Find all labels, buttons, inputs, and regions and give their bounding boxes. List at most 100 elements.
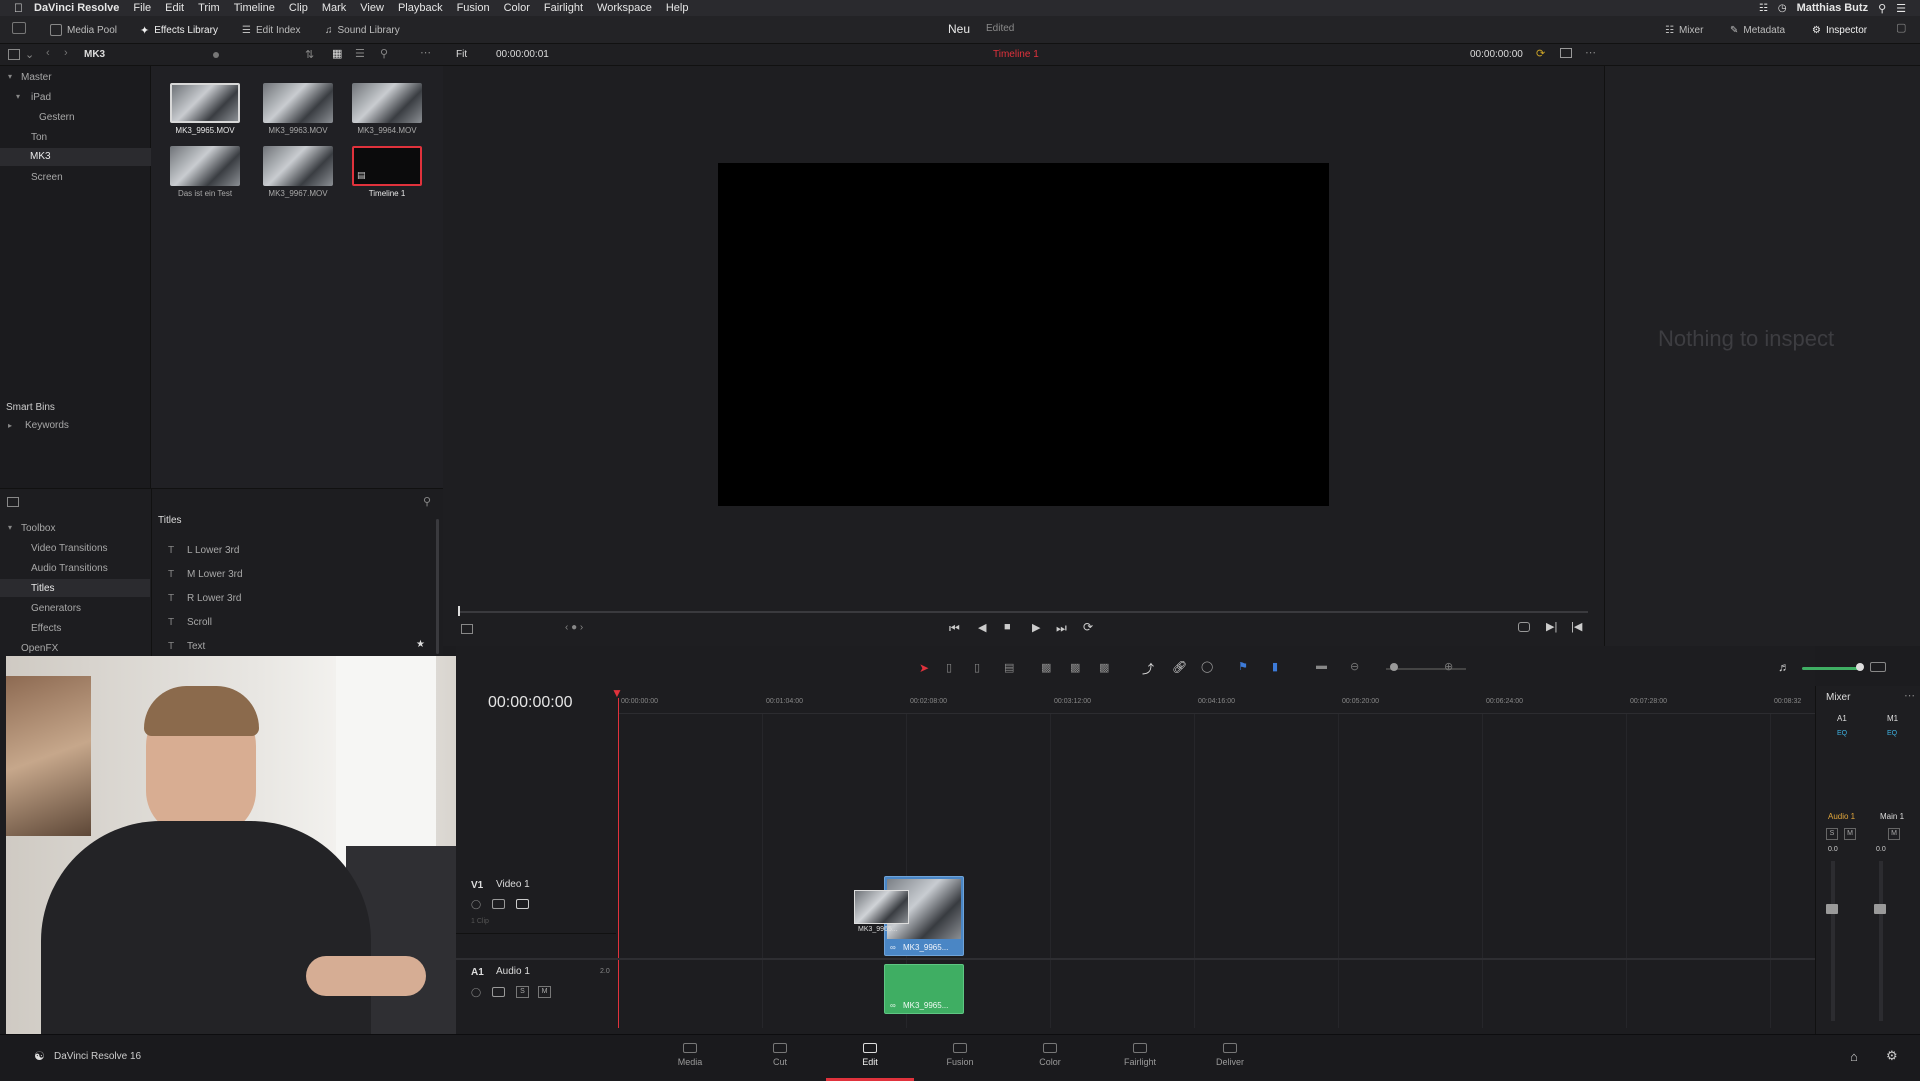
effects-scrollbar[interactable] <box>436 519 439 654</box>
title-item[interactable]: R Lower 3rd <box>187 593 241 604</box>
clip-thumbnail[interactable] <box>352 83 422 123</box>
grid-view-icon[interactable]: ▦ <box>332 47 342 60</box>
notification-icon[interactable]: ☰ <box>1896 2 1906 15</box>
bin-ipad[interactable]: iPad <box>31 92 51 103</box>
clock-icon[interactable]: ◷ <box>1778 3 1787 14</box>
app-menu[interactable]: DaVinci Resolve <box>34 2 119 14</box>
page-edit[interactable]: Edit <box>845 1043 895 1067</box>
gear-icon[interactable]: ⚙ <box>1886 1048 1898 1064</box>
selection-tool-icon[interactable]: ➤ <box>919 661 929 675</box>
menu-color[interactable]: Color <box>504 2 530 14</box>
clip-thumbnail[interactable] <box>170 83 240 123</box>
loop-icon[interactable]: ⟳ <box>1083 620 1093 634</box>
effects-library-button[interactable]: ✦ Effects Library <box>140 21 218 39</box>
playhead-head[interactable]: ▼ <box>611 686 623 700</box>
more-icon[interactable]: ⋯ <box>420 46 431 59</box>
menu-timeline[interactable]: Timeline <box>234 2 275 14</box>
title-item[interactable]: Scroll <box>187 617 212 628</box>
fader-track[interactable] <box>1879 861 1883 1021</box>
home-icon[interactable]: ⌂ <box>1850 1049 1858 1064</box>
back-icon[interactable]: ‹ <box>46 47 50 59</box>
expand-icon[interactable]: ▢ <box>1896 21 1906 34</box>
mute-button[interactable]: M <box>1844 828 1856 840</box>
blade-tool-icon[interactable]: ▤ <box>1004 661 1014 674</box>
menu-view[interactable]: View <box>360 2 384 14</box>
jog-control[interactable]: ‹ ● › <box>565 622 583 633</box>
video-preview[interactable] <box>718 163 1329 506</box>
favorite-star-icon[interactable]: ★ <box>416 639 425 650</box>
chevron-down-icon[interactable]: ⌄ <box>25 48 34 61</box>
page-media[interactable]: Media <box>665 1043 715 1067</box>
chevron-down-icon[interactable]: ▾ <box>16 92 20 101</box>
menu-mark[interactable]: Mark <box>322 2 346 14</box>
chevron-right-icon[interactable]: ▸ <box>8 421 12 430</box>
dim-button[interactable] <box>1870 662 1886 672</box>
menu-fairlight[interactable]: Fairlight <box>544 2 583 14</box>
fader-track[interactable] <box>1831 861 1835 1021</box>
timeline-name-dropdown[interactable]: Timeline 1 <box>993 49 1039 60</box>
go-to-start-icon[interactable]: ⏮ <box>949 621 960 636</box>
toolbox-video-transitions[interactable]: Video Transitions <box>31 543 108 554</box>
clip-thumbnail[interactable] <box>170 146 240 186</box>
audio-clip[interactable]: ∞ MK3_9965... <box>884 964 964 1014</box>
loop-icon[interactable]: ⟳ <box>1536 47 1545 60</box>
replace-clip-icon[interactable]: ▩ <box>1099 661 1109 674</box>
volume-icon[interactable]: ♬ <box>1778 660 1790 674</box>
sort-icon[interactable]: ⇅ <box>305 48 314 61</box>
chevron-down-icon[interactable]: ▾ <box>8 523 12 532</box>
toolbox-effects[interactable]: Effects <box>31 623 61 634</box>
sidebar-toggle-icon[interactable] <box>8 49 20 60</box>
panel-toggle-icon[interactable] <box>7 497 19 507</box>
toolbox-titles-row[interactable] <box>0 579 150 597</box>
bin-gestern[interactable]: Gestern <box>39 112 75 123</box>
title-item[interactable]: Text <box>187 641 205 652</box>
more-icon[interactable]: ⋯ <box>1904 689 1915 702</box>
menu-help[interactable]: Help <box>666 2 689 14</box>
title-item[interactable]: M Lower 3rd <box>187 569 243 580</box>
clip-thumbnail[interactable] <box>263 83 333 123</box>
forward-icon[interactable]: › <box>64 47 68 59</box>
dynamic-trim-icon[interactable]: ▯ <box>974 661 980 674</box>
lock-icon[interactable]: ◯ <box>471 899 481 910</box>
overwrite-clip-icon[interactable]: ▩ <box>1070 661 1080 674</box>
mark-in-icon[interactable]: ▶| <box>1546 620 1557 633</box>
edit-index-button[interactable]: ☰ Edit Index <box>242 21 300 39</box>
metadata-button[interactable]: ✎ Metadata <box>1730 21 1785 39</box>
menu-workspace[interactable]: Workspace <box>597 2 652 14</box>
page-fairlight[interactable]: Fairlight <box>1115 1043 1165 1067</box>
mute-button[interactable]: M <box>1888 828 1900 840</box>
scrubber-bar[interactable] <box>458 611 1588 613</box>
toolbox-audio-transitions[interactable]: Audio Transitions <box>31 563 108 574</box>
stop-icon[interactable]: ■ <box>1004 621 1011 633</box>
page-deliver[interactable]: Deliver <box>1205 1043 1255 1067</box>
flag-icon[interactable]: ⚑ <box>1238 660 1248 673</box>
link-icon[interactable]: 🔗︎ <box>1172 660 1187 674</box>
solo-button[interactable]: S <box>516 986 529 998</box>
search-icon[interactable]: ⚲ <box>1878 2 1886 15</box>
auto-select-icon[interactable] <box>492 899 505 909</box>
playhead-marker[interactable] <box>458 606 460 616</box>
more-icon[interactable]: ⋯ <box>1585 46 1596 59</box>
volume-knob[interactable] <box>1856 663 1864 671</box>
wifi-icon[interactable]: ☷ <box>1759 3 1768 14</box>
go-to-end-icon[interactable]: ⏭ <box>1056 621 1067 636</box>
match-frame-icon[interactable] <box>1518 622 1530 632</box>
menu-trim[interactable]: Trim <box>198 2 220 14</box>
clip-thumbnail[interactable] <box>263 146 333 186</box>
list-view-icon[interactable]: ☰ <box>355 47 365 60</box>
smart-bin-keywords[interactable]: Keywords <box>25 420 69 431</box>
layout-icon[interactable] <box>1560 48 1572 58</box>
snapping-icon[interactable]: ⤴ <box>1142 660 1154 677</box>
menu-playback[interactable]: Playback <box>398 2 443 14</box>
view-mode-icon[interactable] <box>461 624 473 634</box>
title-item[interactable]: L Lower 3rd <box>187 545 239 556</box>
toolbox-header[interactable]: Toolbox <box>21 523 55 534</box>
dragging-clip[interactable] <box>854 890 909 924</box>
fit-dropdown[interactable]: Fit <box>456 49 467 60</box>
zoom-slider-knob[interactable] <box>1390 663 1398 671</box>
toolbox-openfx[interactable]: OpenFX <box>21 643 58 654</box>
user-name[interactable]: Matthias Butz <box>1797 2 1869 14</box>
zoom-detail-icon[interactable]: ▬ <box>1316 660 1327 672</box>
playhead-line[interactable] <box>618 698 619 1028</box>
panel-toggle-icon[interactable] <box>12 22 26 34</box>
